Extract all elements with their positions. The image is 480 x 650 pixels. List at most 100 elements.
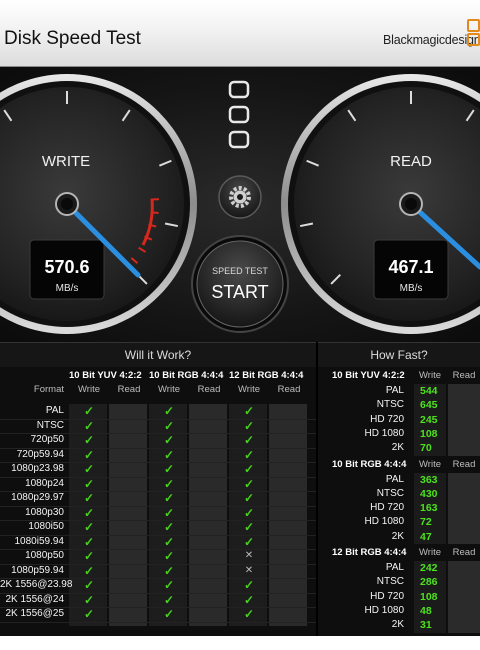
app-title: Disk Speed Test: [4, 28, 141, 49]
check-icon: ✓: [163, 404, 175, 418]
check-icon: ✓: [83, 607, 95, 621]
read-column: [448, 384, 480, 456]
group-title: 12 Bit RGB 4:4:4: [229, 370, 304, 381]
format-label: HD 720: [370, 590, 404, 602]
format-label: 1080p59.94: [11, 564, 64, 576]
format-label: 1080p24: [25, 477, 64, 489]
check-icon: ✓: [83, 534, 95, 549]
check-icon: ✓: [243, 418, 255, 433]
target-select-icon[interactable]: [228, 80, 250, 149]
gauge-area: WRITE 570.6 MB/s READ 467.1 MB/s SPEED T…: [0, 67, 480, 342]
group-title: 12 Bit RGB 4:4:4: [332, 547, 407, 558]
format-label: NTSC: [376, 576, 404, 588]
format-label: 720p59.94: [16, 448, 64, 460]
check-icon: ✓: [163, 418, 175, 433]
column-header-read: Read: [117, 384, 141, 395]
format-label: 1080p29.97: [11, 492, 64, 503]
format-label: PAL: [45, 405, 64, 416]
check-icon: ✓: [83, 578, 95, 592]
format-label: HD 720: [370, 413, 404, 425]
settings-button[interactable]: [218, 175, 262, 219]
format-label: PAL: [385, 385, 404, 396]
column-header-write: Write: [419, 458, 441, 470]
check-icon: ✓: [163, 578, 175, 592]
format-label: HD 1080: [364, 516, 404, 528]
check-icon: ✓: [243, 607, 255, 621]
brand-logo-icon: [467, 19, 480, 47]
column-header-read: Read: [452, 370, 476, 381]
row-divider: [0, 621, 316, 623]
format-label: NTSC: [376, 399, 404, 411]
gauges-svg: WRITE 570.6 MB/s READ 467.1 MB/s SPEED T…: [0, 74, 480, 334]
format-label: 2K: [391, 442, 404, 454]
column-header-write: Write: [419, 370, 441, 381]
format-label: 2K 1556@23.98: [0, 579, 73, 590]
write-speed-value: 430: [420, 487, 438, 500]
read-gauge: READ 467.1 MB/s: [281, 74, 480, 334]
start-label: START: [211, 282, 268, 302]
format-label: NTSC: [376, 487, 404, 499]
write-unit: MB/s: [56, 283, 79, 294]
cross-icon: ✕: [244, 550, 254, 561]
column-header-read: Read: [197, 384, 221, 395]
column-header-read: Read: [277, 384, 301, 395]
check-icon: ✓: [83, 447, 95, 462]
check-icon: ✓: [243, 505, 255, 520]
group-title: 10 Bit RGB 4:4:4: [149, 370, 224, 381]
check-icon: ✓: [83, 491, 95, 505]
check-icon: ✓: [243, 592, 255, 607]
format-label: HD 1080: [364, 427, 404, 439]
format-label: 2K 1556@25: [5, 608, 64, 619]
check-icon: ✓: [83, 520, 95, 534]
write-speed-value: 70: [420, 442, 432, 455]
check-icon: ✓: [163, 491, 175, 505]
format-label: HD 720: [370, 502, 404, 514]
write-speed-value: 108: [420, 590, 438, 603]
check-icon: ✓: [243, 433, 255, 447]
write-speed-value: 242: [420, 562, 438, 574]
write-speed-value: 363: [420, 473, 438, 486]
format-label: HD 1080: [364, 604, 404, 616]
read-column: [448, 561, 480, 633]
brand-logo-text: Blackmagicdesign: [383, 33, 480, 47]
check-icon: ✓: [83, 563, 95, 578]
format-label: 1080p30: [25, 506, 64, 518]
write-value: 570.6: [44, 257, 89, 277]
read-unit: MB/s: [400, 283, 423, 294]
check-icon: ✓: [83, 505, 95, 520]
check-icon: ✓: [163, 505, 175, 520]
read-value: 467.1: [388, 257, 433, 277]
write-speed-value: 163: [420, 502, 438, 515]
write-speed-value: 48: [420, 604, 432, 617]
format-label: 1080i50: [28, 521, 64, 532]
write-speed-value: 31: [420, 619, 432, 632]
format-label: 1080i59.94: [14, 535, 65, 547]
check-icon: ✓: [163, 607, 175, 621]
check-icon: ✓: [83, 418, 95, 433]
check-icon: ✓: [83, 462, 95, 476]
group-title: 10 Bit YUV 4:2:2: [69, 370, 142, 381]
write-speed-value: 544: [420, 385, 438, 397]
start-button[interactable]: SPEED TEST START: [191, 235, 289, 333]
format-column-header: Format: [33, 384, 64, 395]
format-label: 2K 1556@24: [5, 593, 64, 605]
write-label: WRITE: [42, 153, 90, 170]
format-label: PAL: [385, 473, 404, 485]
read-label: READ: [390, 153, 432, 170]
format-label: 2K: [391, 530, 404, 542]
write-speed-value: 245: [420, 413, 438, 426]
format-label: 720p50: [30, 434, 64, 445]
column-header-write: Write: [78, 384, 100, 395]
check-icon: ✓: [163, 520, 175, 534]
check-icon: ✓: [83, 476, 95, 491]
will-it-work-header: Will it Work?: [0, 342, 316, 367]
check-icon: ✓: [243, 462, 255, 476]
check-icon: ✓: [163, 462, 175, 476]
check-icon: ✓: [163, 563, 175, 578]
check-icon: ✓: [243, 578, 255, 592]
check-icon: ✓: [243, 447, 255, 462]
column-header-read: Read: [452, 547, 476, 558]
write-speed-value: 72: [420, 516, 432, 529]
check-icon: ✓: [163, 549, 175, 563]
read-column: [448, 472, 480, 544]
